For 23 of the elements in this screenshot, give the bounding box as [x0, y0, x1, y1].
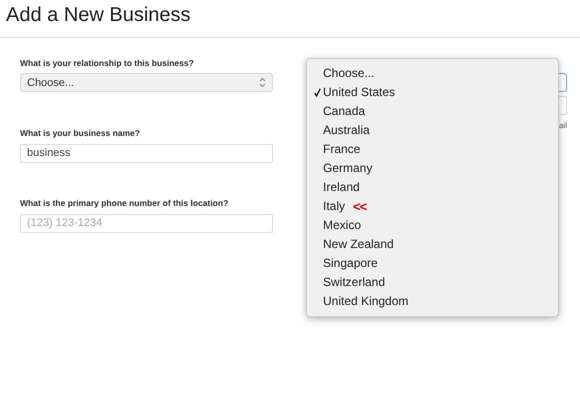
annotation-mark: << — [353, 198, 366, 216]
text-field[interactable]: (123) 123-1234 — [20, 214, 273, 232]
menu-item[interactable]: France — [307, 140, 558, 159]
field-label: What is your relationship to this business? — [20, 58, 195, 68]
menu-item[interactable]: Canada — [307, 102, 558, 121]
menu-item[interactable]: Ireland — [307, 178, 558, 197]
field-hint: ail — [558, 121, 567, 130]
field-label: What is your business name? — [20, 128, 141, 138]
field-label: What is the primary phone number of this location? — [20, 198, 230, 208]
menu-item[interactable]: Germany — [307, 159, 558, 178]
menu-item[interactable]: Mexico — [307, 216, 558, 235]
page-title: Add a New Business — [0, 0, 580, 38]
menu-item[interactable]: Singapore — [307, 254, 558, 273]
menu-item[interactable]: Italy << — [307, 197, 558, 216]
relationship-select[interactable]: Choose... — [20, 73, 273, 92]
text-field[interactable]: business — [20, 144, 273, 162]
menu-item[interactable]: United Kingdom — [307, 292, 558, 311]
chevron-icon — [259, 77, 266, 88]
menu-item[interactable]: New Zealand — [307, 235, 558, 254]
menu-item[interactable]: Switzerland — [307, 273, 558, 292]
menu-item[interactable]: Australia — [307, 121, 558, 140]
menu-item[interactable]: United States — [307, 83, 558, 102]
menu-item[interactable]: Choose... — [307, 64, 558, 83]
